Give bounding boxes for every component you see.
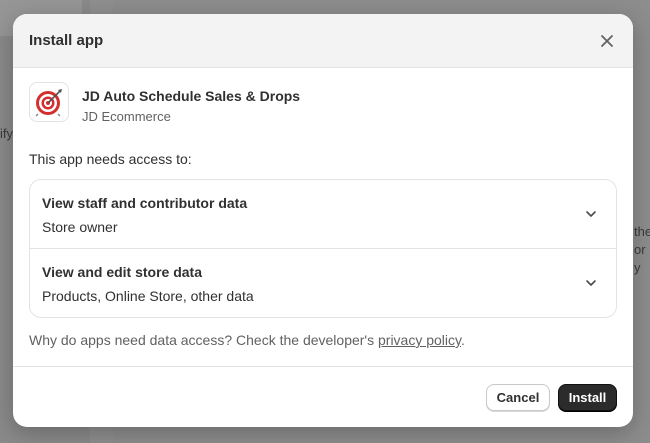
app-summary: JD Auto Schedule Sales & Drops JD Ecomme…: [29, 82, 300, 124]
background-text-right-2: or y: [634, 242, 646, 275]
permission-title: View and edit store data: [42, 264, 203, 280]
footnote-text: Why do apps need data access? Check the …: [29, 332, 378, 348]
close-icon: [601, 34, 613, 47]
modal-title: Install app: [29, 32, 104, 49]
app-icon: [29, 82, 69, 122]
data-access-footnote: Why do apps need data access? Check the …: [29, 332, 465, 348]
target-icon: [35, 89, 62, 117]
permission-title: View staff and contributor data: [42, 195, 248, 211]
permission-item-store-data[interactable]: View and edit store data Products, Onlin…: [30, 248, 616, 317]
chevron-down-icon[interactable]: [584, 276, 598, 290]
privacy-policy-link[interactable]: privacy policy: [378, 332, 461, 348]
background-text-right-1: the: [634, 224, 650, 239]
permission-description: Products, Online Store, other data: [42, 288, 254, 304]
permission-item-staff-data[interactable]: View staff and contributor data Store ow…: [30, 180, 616, 248]
install-button[interactable]: Install: [558, 384, 617, 411]
footnote-end: .: [461, 332, 465, 348]
permission-description: Store owner: [42, 219, 118, 235]
app-name: JD Auto Schedule Sales & Drops: [82, 88, 301, 104]
access-heading: This app needs access to:: [29, 151, 192, 167]
modal-header: Install app: [13, 14, 633, 68]
background-text-right: the or y: [634, 223, 650, 277]
close-button[interactable]: [597, 31, 617, 51]
chevron-down-icon[interactable]: [584, 207, 598, 221]
background-text-left: ify: [0, 126, 13, 141]
install-app-modal: Install app JD Auto Schedule Sales & Dro…: [13, 14, 633, 427]
app-developer: JD Ecommerce: [82, 109, 171, 124]
permissions-list: View staff and contributor data Store ow…: [29, 179, 617, 318]
cancel-button[interactable]: Cancel: [486, 384, 550, 411]
modal-footer: Cancel Install: [13, 366, 633, 427]
